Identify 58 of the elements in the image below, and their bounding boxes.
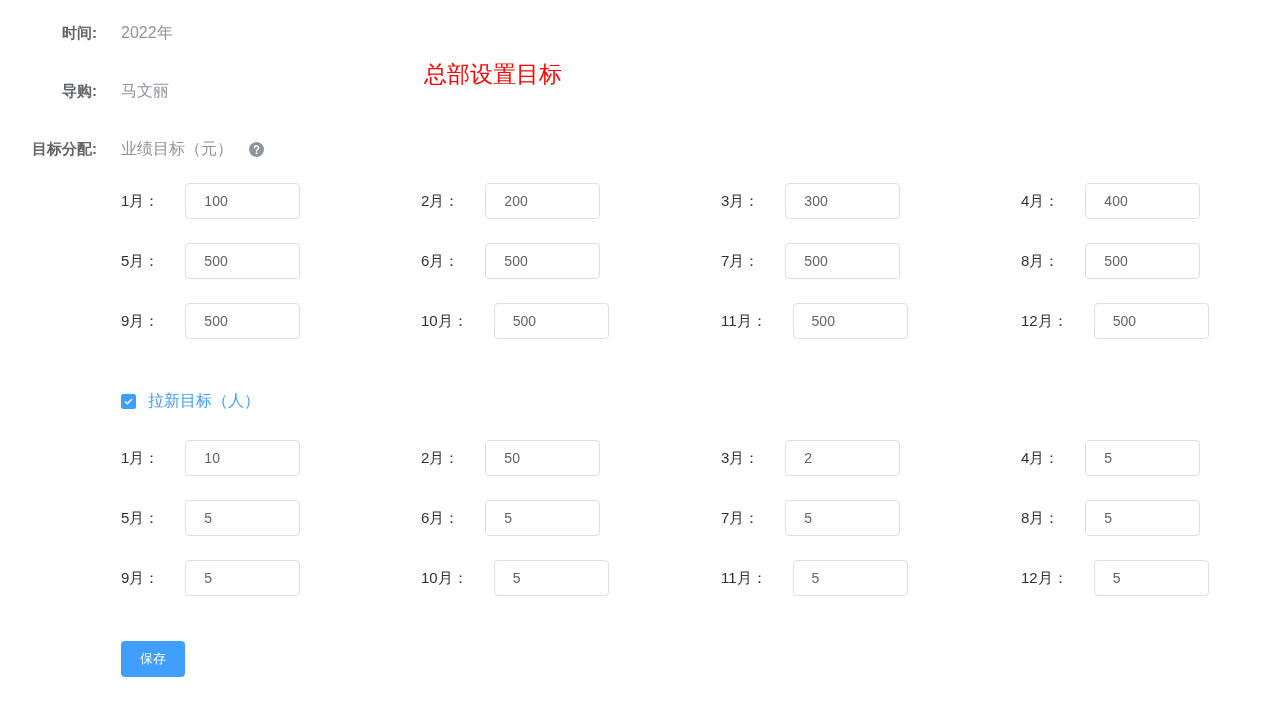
help-icon[interactable] [249,141,264,157]
month-input[interactable]: 50 [485,440,601,476]
field-label: 目标分配: [31,138,97,159]
month-input[interactable]: 10 [185,440,301,476]
month-label: 6月： [421,250,460,271]
month-input[interactable]: 500 [1093,303,1209,339]
month-input[interactable]: 5 [485,500,601,536]
month-label: 7月： [721,250,760,271]
month-input[interactable]: 500 [185,243,301,279]
month-label: 10月： [421,310,468,331]
section-label: 业绩目标（元） [121,139,233,159]
month-label: 6月： [421,507,460,528]
month-label: 2月： [421,447,460,468]
page-heading: 总部设置目标 [424,60,562,89]
field-value: 2022年 [121,23,173,43]
field-label: 导购: [61,80,97,101]
month-input[interactable]: 5 [1093,560,1209,596]
month-input[interactable]: 400 [1085,183,1201,219]
month-input[interactable]: 500 [785,243,901,279]
month-label: 9月： [121,567,160,588]
month-input[interactable]: 500 [1085,243,1201,279]
month-input[interactable]: 5 [493,560,609,596]
month-input[interactable]: 5 [1085,500,1201,536]
month-label: 12月： [1021,310,1068,331]
checkbox[interactable] [121,393,136,409]
month-label: 10月： [421,567,468,588]
month-label: 7月： [721,507,760,528]
month-label: 3月： [721,190,760,211]
month-label: 11月： [721,310,767,331]
month-label: 4月： [1021,447,1060,468]
month-input[interactable]: 200 [485,183,601,219]
month-label: 12月： [1021,567,1068,588]
month-label: 1月： [121,447,160,468]
month-input[interactable]: 500 [185,303,301,339]
month-input[interactable]: 5 [792,560,908,596]
month-input[interactable]: 5 [185,500,301,536]
month-input[interactable]: 300 [785,183,901,219]
month-label: 8月： [1021,250,1060,271]
month-input[interactable]: 5 [185,560,301,596]
month-label: 8月： [1021,507,1060,528]
month-input[interactable]: 2 [785,440,901,476]
field-value: 马文丽 [121,81,169,101]
month-input[interactable]: 500 [792,303,908,339]
month-label: 2月： [421,190,460,211]
month-label: 3月： [721,447,760,468]
month-input[interactable]: 5 [785,500,901,536]
month-input[interactable]: 500 [493,303,609,339]
month-label: 1月： [121,190,160,211]
month-input[interactable]: 5 [1085,440,1201,476]
month-input[interactable]: 100 [185,183,301,219]
field-label: 时间: [61,22,97,43]
month-label: 5月： [121,250,160,271]
month-label: 4月： [1021,190,1060,211]
month-label: 9月： [121,310,160,331]
month-label: 11月： [721,567,767,588]
month-input[interactable]: 500 [485,243,601,279]
month-label: 5月： [121,507,160,528]
check-icon [124,397,133,405]
